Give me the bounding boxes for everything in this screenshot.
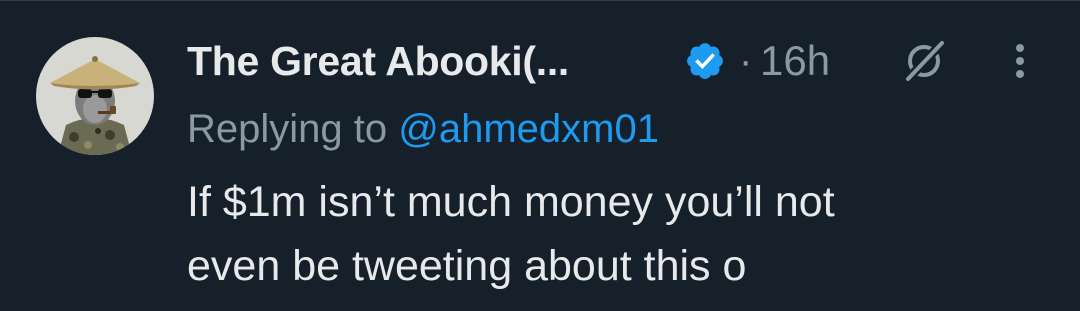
more-options-icon[interactable] <box>1005 39 1035 83</box>
tweet-text-line: even be tweeting about this o <box>187 242 747 290</box>
avatar-image <box>36 37 154 155</box>
replying-to-label: Replying to <box>187 107 388 151</box>
replying-to: Replying to @ahmedxm01 <box>187 105 659 153</box>
mention-link[interactable]: @ahmedxm01 <box>398 107 659 151</box>
avatar[interactable] <box>36 37 154 155</box>
verified-badge-icon[interactable] <box>684 40 726 82</box>
author-name[interactable]: The Great Abooki(... <box>187 37 569 85</box>
tweet[interactable]: The Great Abooki(... · 16h Replying to @… <box>0 0 1080 311</box>
tweet-text: If $1m isn’t much money you’ll not even … <box>187 170 1047 298</box>
separator-dot: · <box>739 39 753 83</box>
grok-icon[interactable] <box>902 39 946 83</box>
timestamp[interactable]: 16h <box>760 37 830 85</box>
tweet-header: The Great Abooki(... · 16h <box>187 35 1080 87</box>
tweet-text-line: If $1m isn’t much money you’ll not <box>187 178 835 226</box>
